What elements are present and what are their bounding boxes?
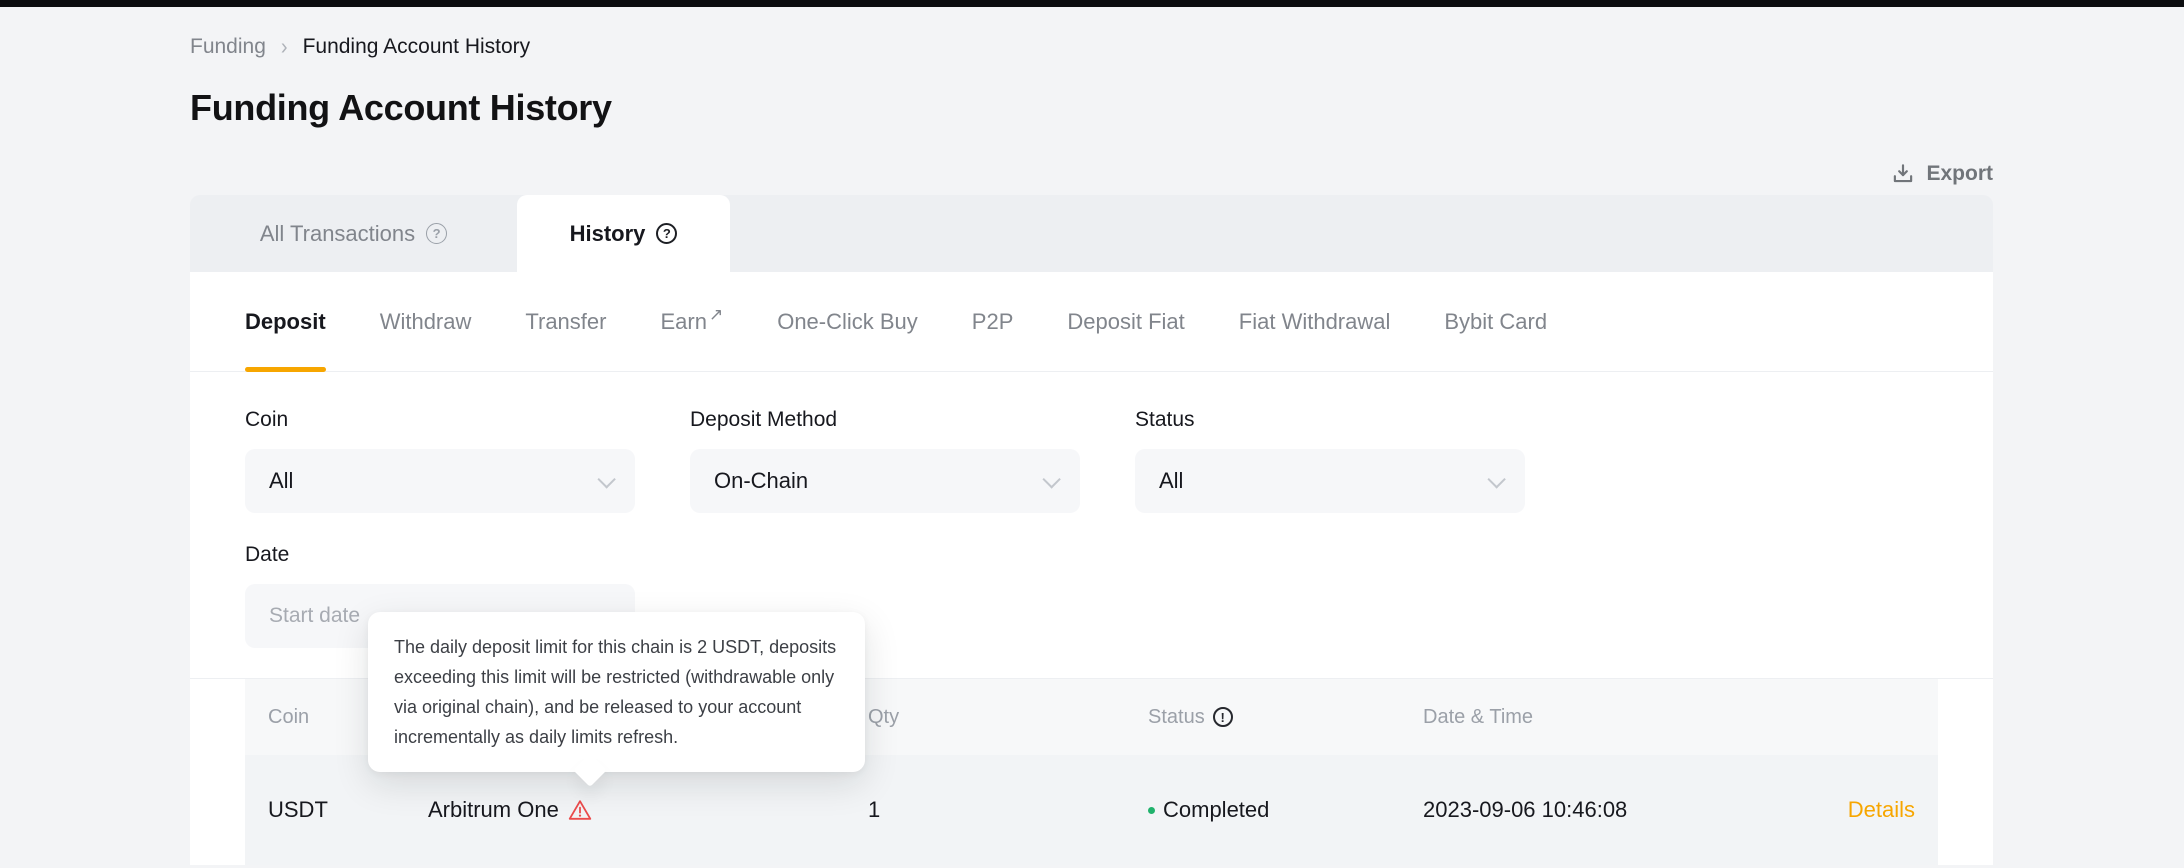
download-icon — [1890, 161, 1916, 187]
coin-filter-group: Coin All — [245, 408, 635, 513]
deposit-method-filter-label: Deposit Method — [690, 408, 1080, 433]
help-circle-icon[interactable]: ? — [426, 223, 447, 244]
date-filter-label: Date — [245, 543, 1938, 568]
breadcrumb-funding-link[interactable]: Funding — [190, 35, 266, 59]
tab-history-label: History — [570, 221, 646, 247]
coin-select-value: All — [269, 468, 293, 494]
deposit-method-filter-group: Deposit Method On-Chain — [690, 408, 1080, 513]
subtab-deposit-label: Deposit — [245, 309, 326, 335]
deposit-limit-tooltip-text: The daily deposit limit for this chain i… — [394, 637, 836, 747]
deposit-limit-tooltip: The daily deposit limit for this chain i… — [368, 612, 865, 772]
subtab-bybit-card-label: Bybit Card — [1444, 309, 1547, 335]
subtab-transfer[interactable]: Transfer — [525, 272, 606, 371]
status-filter-group: Status All — [1135, 408, 1525, 513]
deposit-method-select[interactable]: On-Chain — [690, 449, 1080, 513]
export-label: Export — [1926, 162, 1993, 186]
cell-coin: USDT — [245, 797, 428, 823]
cell-datetime: 2023-09-06 10:46:08 — [1423, 797, 1823, 823]
table-header-datetime: Date & Time — [1423, 706, 1823, 729]
subtab-fiat-withdrawal-label: Fiat Withdrawal — [1239, 309, 1391, 335]
status-select-value: All — [1159, 468, 1183, 494]
subtab-deposit[interactable]: Deposit — [245, 272, 326, 371]
breadcrumb: Funding › Funding Account History — [190, 35, 1993, 59]
cell-status: Completed — [1148, 797, 1423, 823]
warning-triangle-icon[interactable] — [568, 799, 592, 821]
export-button[interactable]: Export — [1890, 161, 1993, 187]
subtab-deposit-fiat-label: Deposit Fiat — [1067, 309, 1184, 335]
cell-chain-label: Arbitrum One — [428, 797, 559, 823]
chevron-down-icon — [1487, 470, 1505, 488]
coin-select[interactable]: All — [245, 449, 635, 513]
table-header-status-label: Status — [1148, 706, 1205, 729]
tab-all-transactions-label: All Transactions — [260, 221, 415, 247]
breadcrumb-separator-icon: › — [281, 34, 288, 60]
breadcrumb-current: Funding Account History — [303, 35, 531, 59]
tab-history[interactable]: History ? — [517, 195, 730, 272]
subtab-fiat-withdrawal[interactable]: Fiat Withdrawal — [1239, 272, 1391, 371]
subtab-one-click-buy[interactable]: One-Click Buy — [777, 272, 918, 371]
cell-status-label: Completed — [1163, 797, 1269, 823]
details-link[interactable]: Details — [1848, 797, 1915, 823]
account-tabs: All Transactions ? History ? — [190, 195, 1993, 272]
external-link-icon: ↗ — [709, 305, 723, 325]
tab-all-transactions[interactable]: All Transactions ? — [190, 195, 517, 272]
subtab-withdraw[interactable]: Withdraw — [380, 272, 472, 371]
cell-qty: 1 — [868, 797, 1148, 823]
page-title: Funding Account History — [190, 87, 1993, 129]
status-select[interactable]: All — [1135, 449, 1525, 513]
status-dot-icon — [1148, 807, 1155, 814]
subtab-one-click-buy-label: One-Click Buy — [777, 309, 918, 335]
top-nav-bar-edge — [0, 0, 2184, 7]
history-type-subtabs: Deposit Withdraw Transfer Earn ↗ One-Cli… — [190, 272, 1993, 372]
subtab-p2p-label: P2P — [972, 309, 1014, 335]
deposit-method-select-value: On-Chain — [714, 468, 808, 494]
subtab-transfer-label: Transfer — [525, 309, 606, 335]
filters: Coin All Deposit Method On-Chain Status — [190, 372, 1993, 648]
subtab-p2p[interactable]: P2P — [972, 272, 1014, 371]
title-row: Funding Account History — [190, 87, 1993, 129]
subtab-earn[interactable]: Earn ↗ — [660, 272, 723, 371]
subtab-earn-label: Earn — [660, 309, 706, 335]
chevron-down-icon — [1042, 470, 1060, 488]
subtab-bybit-card[interactable]: Bybit Card — [1444, 272, 1547, 371]
status-info-icon[interactable]: ! — [1213, 707, 1233, 727]
table-header-qty: Qty — [868, 706, 1148, 729]
coin-filter-label: Coin — [245, 408, 635, 433]
cell-chain: Arbitrum One — [428, 797, 868, 823]
subtab-withdraw-label: Withdraw — [380, 309, 472, 335]
subtab-deposit-fiat[interactable]: Deposit Fiat — [1067, 272, 1184, 371]
history-panel: Deposit Withdraw Transfer Earn ↗ One-Cli… — [190, 272, 1993, 865]
help-circle-icon[interactable]: ? — [656, 223, 677, 244]
status-filter-label: Status — [1135, 408, 1525, 433]
chevron-down-icon — [597, 470, 615, 488]
table-header-status: Status ! — [1148, 706, 1423, 729]
